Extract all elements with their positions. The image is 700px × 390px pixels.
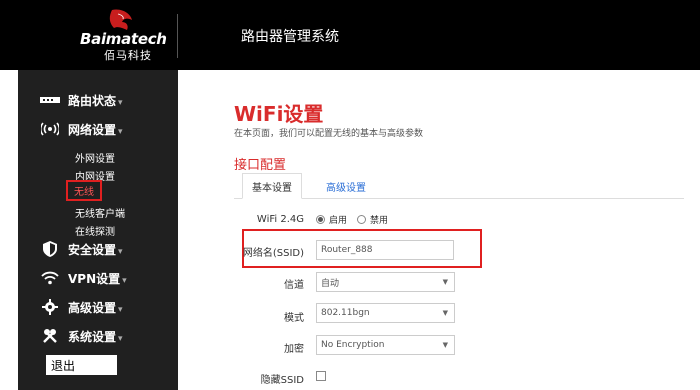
dropdown-arrow-icon: ▼: [442, 278, 448, 286]
subnav-wan-settings[interactable]: 外网设置: [75, 150, 115, 165]
encryption-label: 加密: [284, 344, 304, 355]
sidebar-item-system[interactable]: 系统设置 ▾: [18, 325, 178, 347]
logo-subtitle: 佰马科技: [104, 49, 152, 62]
sidebar-item-label: 高级设置: [68, 300, 117, 315]
sidebar-item-label: VPN设置: [68, 271, 121, 286]
ssid-input[interactable]: Router_888: [316, 240, 454, 260]
sidebar-item-vpn[interactable]: VPN设置 ▾: [18, 267, 178, 289]
sidebar-item-label: 系统设置: [68, 329, 117, 344]
app-title: 路由器管理系统: [241, 29, 339, 45]
section-title: 接口配置: [234, 158, 287, 173]
sidebar-item-label: 网络设置: [68, 122, 117, 137]
sidebar: 路由状态 ▾ 网络设置 ▾ 外网设置 内网设置 无线 无线客户端 在线探测 安全设置…: [18, 70, 178, 390]
wifi-disable-label: 禁用: [370, 216, 389, 226]
ssid-label: 网络名(SSID): [242, 248, 304, 259]
chevron-down-icon: ▾: [118, 304, 123, 315]
app-window: Baimatech 佰马科技 路由器管理系统 路由状态 ▾ 网络设置 ▾ 外网设置 …: [0, 0, 700, 390]
logout-button[interactable]: 退出: [46, 355, 117, 375]
chevron-down-icon: ▾: [118, 97, 123, 108]
chevron-down-icon: ▾: [118, 126, 123, 137]
mode-label: 模式: [284, 313, 304, 324]
header-bar: Baimatech 佰马科技 路由器管理系统: [0, 0, 700, 70]
vpn-icon: [40, 270, 60, 286]
wifi-enable-radio[interactable]: [316, 215, 325, 224]
wifi-enable-label: 启用: [329, 216, 348, 226]
wifi-24g-radio-group: 启用 禁用: [316, 213, 398, 226]
encryption-select-value: No Encryption: [321, 340, 385, 350]
sidebar-item-label: 安全设置: [68, 242, 117, 257]
wifi-24g-label: WiFi 2.4G: [256, 214, 304, 225]
dropdown-arrow-icon: ▼: [442, 309, 448, 317]
chevron-down-icon: ▾: [122, 275, 127, 286]
tab-basic-settings[interactable]: 基本设置: [242, 173, 302, 199]
header-divider: [177, 14, 178, 58]
tools-icon: [40, 328, 60, 344]
sidebar-item-status[interactable]: 路由状态 ▾: [18, 89, 178, 111]
dropdown-arrow-icon: ▼: [442, 341, 448, 349]
page-title: WiFi设置: [234, 102, 324, 126]
subnav-wireless[interactable]: 无线: [66, 180, 102, 201]
page-description: 在本页面，我们可以配置无线的基本与高级参数: [234, 129, 424, 139]
sidebar-item-security[interactable]: 安全设置 ▾: [18, 238, 178, 260]
status-icon: [40, 92, 60, 108]
sidebar-item-advanced[interactable]: 高级设置 ▾: [18, 296, 178, 318]
hidden-ssid-checkbox[interactable]: [316, 371, 326, 381]
channel-select[interactable]: 自动 ▼: [316, 272, 455, 292]
mode-select[interactable]: 802.11bgn ▼: [316, 303, 455, 323]
wifi-disable-radio[interactable]: [357, 215, 367, 224]
hidden-ssid-label: 隐藏SSID: [260, 375, 304, 386]
chevron-down-icon: ▾: [118, 246, 123, 257]
sidebar-item-label: 路由状态: [68, 93, 117, 108]
subnav-online-detect[interactable]: 在线探测: [75, 223, 115, 238]
shield-icon: [40, 241, 60, 257]
tab-advanced-settings[interactable]: 高级设置: [316, 173, 376, 199]
subnav-wireless-client[interactable]: 无线客户端: [75, 205, 125, 220]
encryption-select[interactable]: No Encryption ▼: [316, 335, 455, 355]
gear-icon: [40, 299, 60, 315]
channel-select-value: 自动: [321, 278, 340, 289]
logo-text: Baimatech: [80, 30, 167, 48]
chevron-down-icon: ▾: [118, 333, 123, 344]
sidebar-item-network[interactable]: 网络设置 ▾: [18, 118, 178, 140]
mode-select-value: 802.11bgn: [321, 308, 370, 318]
network-icon: [40, 121, 60, 137]
channel-label: 信道: [284, 280, 304, 291]
main-content: WiFi设置 在本页面，我们可以配置无线的基本与高级参数 接口配置 基本设置 高…: [178, 70, 700, 390]
